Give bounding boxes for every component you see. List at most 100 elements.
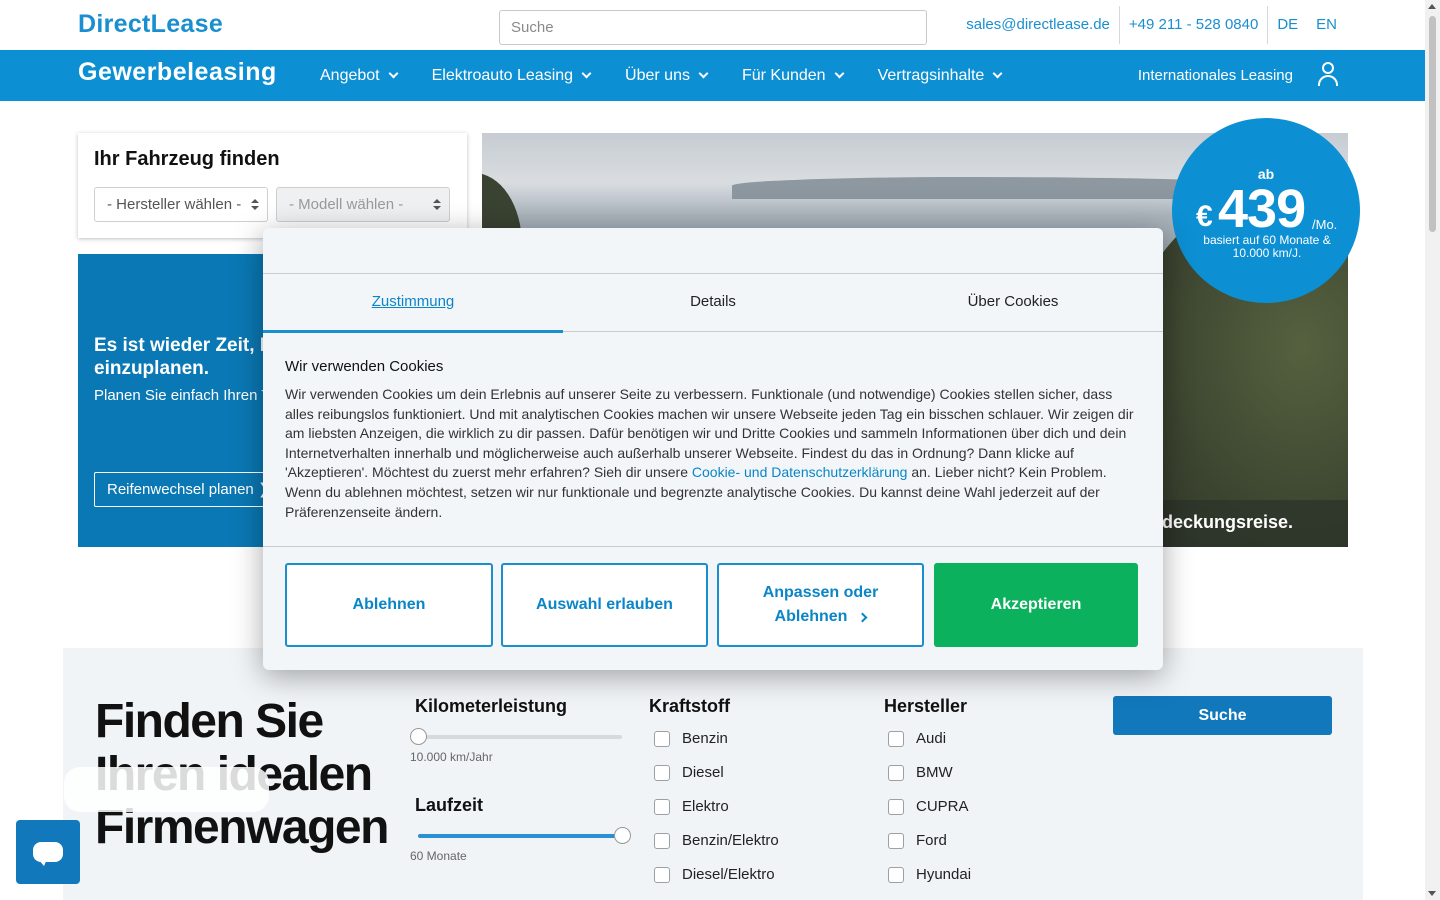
nav-item-vertragsinhalte[interactable]: Vertragsinhalte bbox=[878, 67, 1003, 85]
select-arrows-icon bbox=[433, 199, 441, 211]
nav-item-angebot[interactable]: Angebot bbox=[320, 66, 399, 85]
cookie-consent-dialog: Zustimmung Details Über Cookies Wir verw… bbox=[263, 228, 1163, 670]
international-leasing-link[interactable]: Internationales Leasing bbox=[1138, 67, 1293, 84]
model-select-value: - Modell wählen - bbox=[289, 196, 404, 213]
user-account-icon[interactable] bbox=[1317, 62, 1339, 88]
tab-details[interactable]: Details bbox=[563, 274, 863, 332]
nav-item-label: Über uns bbox=[625, 66, 690, 84]
fuel-label: Elektro bbox=[682, 798, 729, 815]
fuel-option[interactable]: Diesel/Elektro bbox=[654, 866, 775, 883]
cookie-heading: Wir verwenden Cookies bbox=[285, 358, 444, 375]
chat-teaser[interactable] bbox=[64, 767, 269, 812]
nav-item-label: Elektroauto Leasing bbox=[431, 66, 574, 84]
chevron-down-icon bbox=[581, 68, 592, 79]
fuel-label: Diesel bbox=[682, 764, 724, 781]
nav-item-elektroauto-leasing[interactable]: Elektroauto Leasing bbox=[431, 66, 592, 85]
contact-links: sales@directlease.de +49 211 - 528 0840 … bbox=[957, 6, 1346, 44]
nav-menu: Angebot Elektroauto Leasing Über uns Für… bbox=[320, 50, 1036, 101]
term-title: Laufzeit bbox=[415, 795, 484, 815]
term-slider[interactable] bbox=[418, 827, 631, 844]
customize-or-reject-button[interactable]: Anpassen oder Ablehnen bbox=[717, 563, 924, 647]
phone-link[interactable]: +49 211 - 528 0840 bbox=[1118, 6, 1267, 44]
slider-handle[interactable] bbox=[614, 827, 631, 844]
tab-ueber-cookies[interactable]: Über Cookies bbox=[863, 274, 1163, 332]
promo-text: Planen Sie einfach Ihren T bbox=[94, 387, 271, 404]
email-link[interactable]: sales@directlease.de bbox=[957, 6, 1119, 44]
fuel-label: Benzin/Elektro bbox=[682, 832, 779, 849]
checkbox[interactable] bbox=[888, 832, 904, 849]
checkbox[interactable] bbox=[888, 730, 904, 747]
brand-option[interactable]: Ford bbox=[888, 832, 947, 849]
vehicle-finder: Ihr Fahrzeug finden - Hersteller wählen … bbox=[78, 133, 467, 238]
slider-fill bbox=[418, 834, 622, 838]
search-button[interactable]: Suche bbox=[1113, 696, 1332, 735]
checkbox[interactable] bbox=[888, 866, 904, 883]
price-currency: € bbox=[1196, 200, 1213, 233]
checkbox[interactable] bbox=[654, 764, 670, 781]
directlease-logo[interactable]: DirectLease bbox=[78, 10, 223, 39]
select-arrows-icon bbox=[251, 199, 259, 211]
chat-icon bbox=[33, 842, 63, 866]
mileage-slider[interactable] bbox=[410, 728, 622, 745]
cookie-actions: Ablehnen Auswahl erlauben Anpassen oder … bbox=[263, 546, 1163, 670]
reject-button[interactable]: Ablehnen bbox=[285, 563, 493, 647]
checkbox[interactable] bbox=[888, 798, 904, 815]
brand-gewerbeleasing[interactable]: Gewerbeleasing bbox=[78, 58, 277, 87]
hero-caption: deckungsreise. bbox=[1162, 512, 1294, 532]
brand-option[interactable]: Audi bbox=[888, 730, 946, 747]
chevron-down-icon bbox=[698, 68, 709, 79]
scroll-down-icon[interactable] bbox=[1428, 891, 1436, 896]
scroll-up-icon[interactable] bbox=[1428, 4, 1436, 9]
fuel-title: Kraftstoff bbox=[649, 696, 730, 716]
cookie-description: Wir verwenden Cookies um dein Erlebnis a… bbox=[285, 385, 1141, 522]
accept-button[interactable]: Akzeptieren bbox=[934, 563, 1138, 647]
fuel-option[interactable]: Benzin/Elektro bbox=[654, 832, 779, 849]
checkbox[interactable] bbox=[654, 730, 670, 747]
brand-option[interactable]: BMW bbox=[888, 764, 953, 781]
fuel-option[interactable]: Elektro bbox=[654, 798, 729, 815]
chevron-down-icon bbox=[388, 68, 399, 79]
chat-button[interactable] bbox=[16, 820, 80, 884]
fuel-label: Benzin bbox=[682, 730, 728, 747]
nav-item-label: Angebot bbox=[320, 66, 380, 84]
finder-title: Ihr Fahrzeug finden bbox=[94, 148, 280, 170]
plan-tire-change-button[interactable]: Reifenwechsel planen ❯ bbox=[94, 472, 284, 507]
checkbox[interactable] bbox=[654, 832, 670, 849]
privacy-policy-link[interactable]: Cookie- und Datenschutzerklärung bbox=[692, 464, 908, 480]
language-de[interactable]: DE bbox=[1267, 6, 1307, 44]
brand-option[interactable]: Hyundai bbox=[888, 866, 971, 883]
brand-label: Hyundai bbox=[916, 866, 972, 883]
top-bar: DirectLease sales@directlease.de +49 211… bbox=[0, 0, 1425, 50]
manufacturer-select[interactable]: - Hersteller wählen - bbox=[94, 187, 268, 222]
checkbox[interactable] bbox=[888, 764, 904, 781]
price-amount: 439 bbox=[1218, 179, 1306, 239]
term-value: 60 Monate bbox=[410, 849, 467, 863]
page-scrollbar[interactable] bbox=[1425, 0, 1440, 900]
fuel-option[interactable]: Benzin bbox=[654, 730, 728, 747]
checkbox[interactable] bbox=[654, 866, 670, 883]
search-input[interactable] bbox=[499, 10, 927, 45]
button-label: Anpassen oder Ablehnen bbox=[761, 581, 881, 629]
scrollbar-thumb[interactable] bbox=[1429, 16, 1436, 232]
nav-item-ueber-uns[interactable]: Über uns bbox=[625, 66, 709, 85]
price-basis: basiert auf 60 Monate & 10.000 km/J. bbox=[1203, 233, 1331, 260]
checkbox[interactable] bbox=[654, 798, 670, 815]
language-en[interactable]: EN bbox=[1307, 6, 1346, 44]
tab-zustimmung[interactable]: Zustimmung bbox=[263, 274, 563, 333]
fuel-option[interactable]: Diesel bbox=[654, 764, 724, 781]
button-label: Reifenwechsel planen bbox=[107, 481, 254, 498]
chevron-down-icon bbox=[992, 68, 1003, 79]
brand-option[interactable]: CUPRA bbox=[888, 798, 969, 815]
allow-selection-button[interactable]: Auswahl erlauben bbox=[501, 563, 708, 647]
brand-label: CUPRA bbox=[916, 798, 969, 815]
mileage-value: 10.000 km/Jahr bbox=[410, 750, 493, 764]
mileage-title: Kilometerleistung bbox=[415, 696, 568, 716]
nav-item-fuer-kunden[interactable]: Für Kunden bbox=[741, 66, 845, 85]
nav-item-label: Für Kunden bbox=[741, 66, 826, 84]
brand-label: BMW bbox=[916, 764, 953, 781]
cookie-tabs: Zustimmung Details Über Cookies bbox=[263, 274, 1163, 333]
brand-title: Hersteller bbox=[884, 696, 968, 716]
slider-handle[interactable] bbox=[410, 728, 427, 745]
fuel-label: Diesel/Elektro bbox=[682, 866, 775, 883]
dialog-header bbox=[263, 228, 1163, 274]
